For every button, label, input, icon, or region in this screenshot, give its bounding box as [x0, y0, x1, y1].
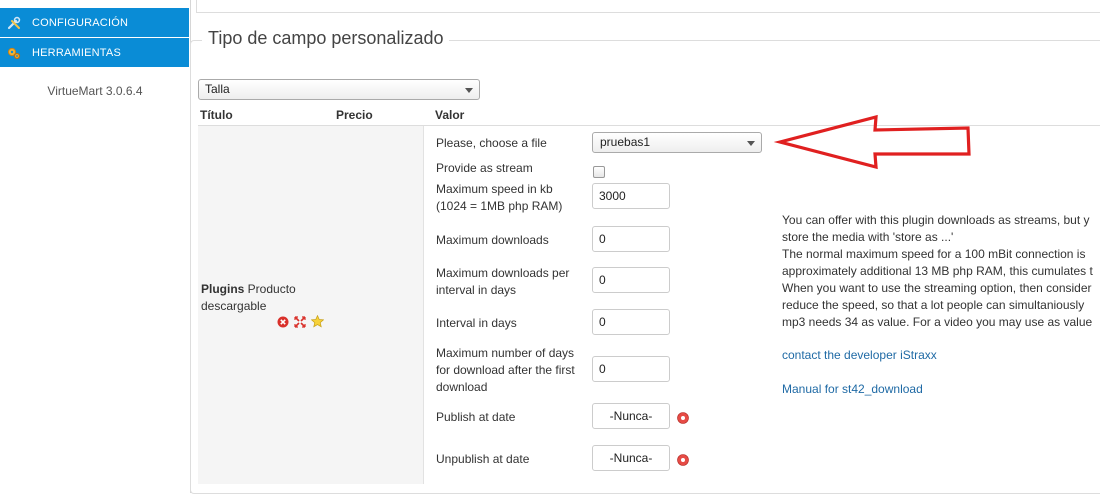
- sidebar-item-herramientas[interactable]: HERRAMIENTAS: [0, 38, 189, 67]
- description-line: approximately additional 13 MB php RAM, …: [782, 264, 1093, 278]
- max-downloads-interval-label: Maximum downloads per interval in days: [436, 266, 570, 297]
- fieldset-legend: Tipo de campo personalizado: [202, 28, 450, 49]
- sidebar: CONFIGURACIÓN HERRAMIENTAS VirtueMart 3.…: [0, 0, 191, 493]
- description-line: You can offer with this plugin downloads…: [782, 213, 1090, 227]
- plugin-label: Plugins Producto descargable: [201, 281, 351, 315]
- gears-icon: [7, 46, 21, 60]
- manual-link[interactable]: Manual for st42_download: [782, 382, 923, 396]
- wrench-screwdriver-icon: [7, 16, 21, 30]
- arrow-annotation-icon: [773, 114, 971, 170]
- interval-days-input[interactable]: 0: [592, 309, 670, 335]
- chevron-down-icon: [465, 88, 473, 93]
- max-speed-label: Maximum speed in kb (1024 = 1MB php RAM): [436, 182, 563, 213]
- version-label: VirtueMart 3.0.6.4: [47, 84, 143, 98]
- stream-checkbox[interactable]: [593, 166, 605, 178]
- max-speed-input[interactable]: 3000: [592, 183, 670, 209]
- description-line: When you want to use the streaming optio…: [782, 281, 1092, 295]
- plugin-actions: [277, 314, 325, 331]
- top-panel: [196, 0, 1100, 13]
- plugin-label-bold: Plugins: [201, 282, 245, 296]
- description-line: reduce the speed, so that a lot people c…: [782, 298, 1085, 312]
- max-days-label: Maximum number of days for download afte…: [436, 346, 575, 394]
- max-days-input[interactable]: 0: [592, 356, 670, 382]
- description-line: The normal maximum speed for a 100 mBit …: [782, 247, 1086, 261]
- remove-icon[interactable]: [277, 316, 289, 331]
- column-header-valor: Valor: [435, 108, 465, 122]
- move-icon[interactable]: [294, 315, 306, 331]
- sidebar-item-label: CONFIGURACIÓN: [32, 16, 129, 29]
- field-type-value: Talla: [205, 82, 230, 96]
- plugin-description: You can offer with this plugin downloads…: [782, 212, 1100, 331]
- interval-days-label: Interval in days: [436, 316, 517, 330]
- choose-file-value: pruebas1: [600, 135, 651, 149]
- description-line: mp3 needs 34 as value. For a video you m…: [782, 315, 1093, 329]
- max-downloads-interval-input[interactable]: 0: [592, 267, 670, 293]
- sidebar-item-label: HERRAMIENTAS: [32, 46, 121, 59]
- clear-date-icon[interactable]: [677, 454, 689, 466]
- stream-label: Provide as stream: [436, 161, 533, 175]
- unpublish-date-label: Unpublish at date: [436, 452, 530, 466]
- choose-file-label: Please, choose a file: [436, 136, 547, 150]
- max-downloads-input[interactable]: 0: [592, 226, 670, 252]
- choose-file-select[interactable]: pruebas1: [592, 132, 762, 153]
- publish-date-button[interactable]: -Nunca-: [592, 403, 670, 429]
- max-downloads-label: Maximum downloads: [436, 233, 549, 247]
- description-line: store the media with 'store as ...': [782, 230, 954, 244]
- publish-date-label: Publish at date: [436, 410, 516, 424]
- clear-date-icon[interactable]: [677, 412, 689, 424]
- contact-developer-link[interactable]: contact the developer iStraxx: [782, 348, 937, 362]
- column-header-precio: Precio: [336, 108, 373, 122]
- chevron-down-icon: [747, 141, 755, 146]
- field-type-select[interactable]: Talla: [198, 79, 480, 100]
- column-header-titulo: Título: [200, 108, 233, 122]
- unpublish-date-button[interactable]: -Nunca-: [592, 445, 670, 471]
- sidebar-item-configuracion[interactable]: CONFIGURACIÓN: [0, 8, 189, 37]
- star-icon[interactable]: [310, 314, 325, 331]
